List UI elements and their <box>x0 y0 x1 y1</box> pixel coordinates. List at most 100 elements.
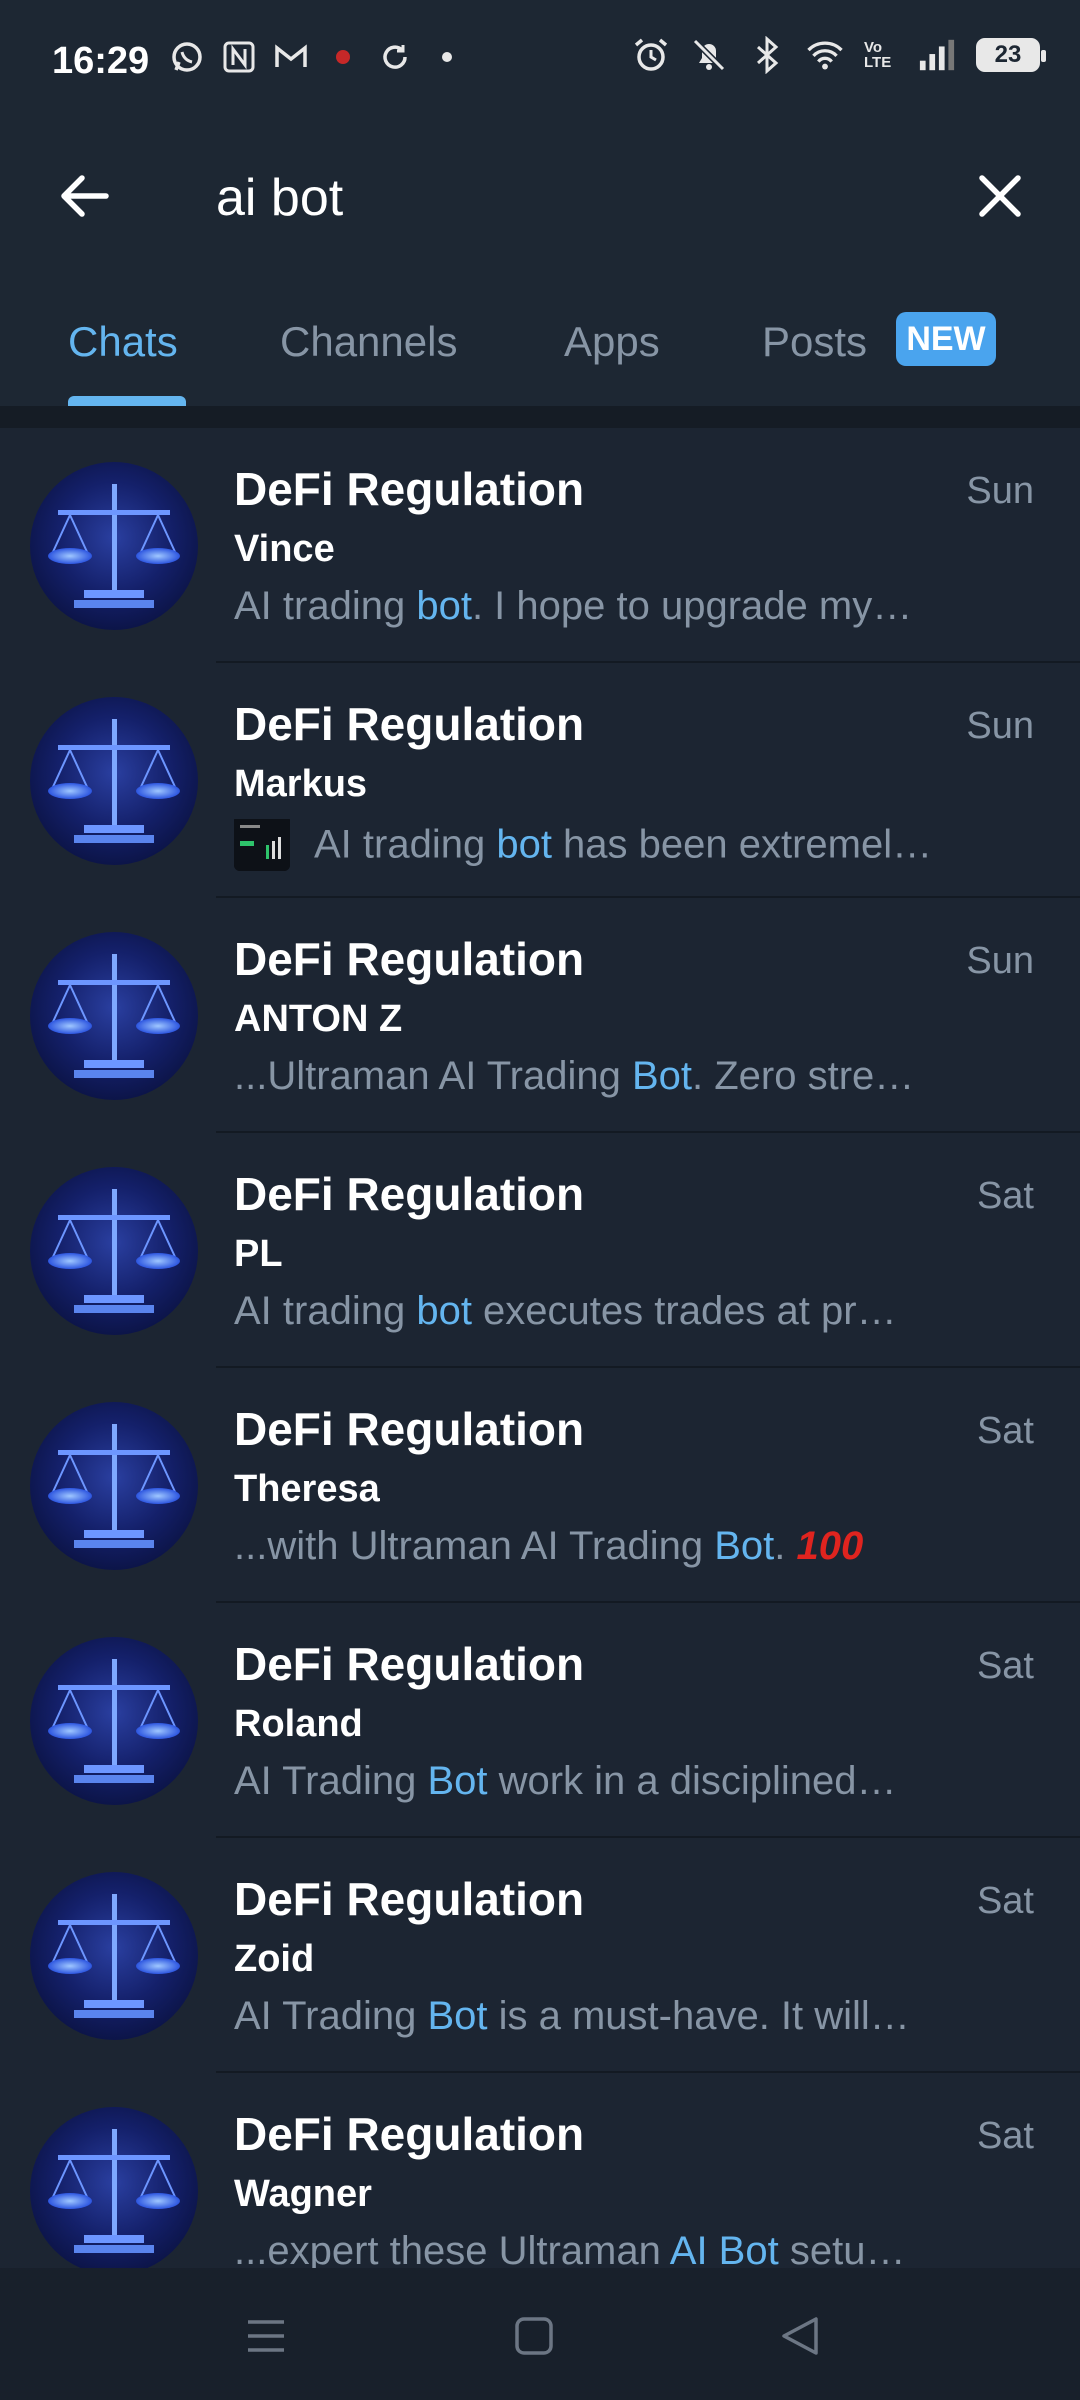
preview-text: AI trading <box>234 584 417 628</box>
signal-icon <box>918 36 956 74</box>
preview-text: AI Trading <box>234 1994 428 2038</box>
sender-name: ANTON Z <box>234 998 403 1040</box>
active-tab-indicator <box>68 396 186 406</box>
search-header <box>0 128 1080 278</box>
search-result-row[interactable]: DeFi Regulation Sun Vince AI trading bot… <box>0 428 1080 663</box>
bluetooth-icon <box>748 36 786 74</box>
chat-title: DeFi Regulation <box>234 1638 585 1690</box>
tab-posts[interactable]: Posts <box>762 318 867 366</box>
search-match-highlight: Bot <box>427 1994 488 2038</box>
preview-text-tail: . I hope to upgrade my… <box>471 584 913 628</box>
chat-title: DeFi Regulation <box>234 1168 585 1220</box>
wifi-icon <box>806 36 844 74</box>
chat-title: DeFi Regulation <box>234 933 585 985</box>
divider <box>0 406 1080 428</box>
status-notification-icons <box>168 38 466 76</box>
tab-chats[interactable]: Chats <box>68 318 178 366</box>
status-time: 16:29 <box>52 40 150 82</box>
menu-icon <box>248 2320 284 2352</box>
preview-text-tail: has been extremel… <box>551 822 933 867</box>
clear-search-button[interactable] <box>964 160 1036 232</box>
preview-text: AI trading <box>314 822 497 867</box>
search-match-highlight: bot <box>416 1289 472 1333</box>
sender-name: Markus <box>234 763 368 805</box>
group-avatar <box>30 1167 198 1335</box>
arrow-left-icon <box>61 175 109 217</box>
message-date: Sun <box>966 470 1034 512</box>
message-preview: ...Ultraman AI Trading Bot. Zero stre… <box>234 1054 994 1099</box>
message-preview: AI trading bot has been extremel… <box>234 819 994 875</box>
search-results-list[interactable]: DeFi Regulation Sun Vince AI trading bot… <box>0 428 1080 2268</box>
chat-title: DeFi Regulation <box>234 2108 585 2160</box>
preview-text: AI Trading <box>234 1759 428 1803</box>
gmail-icon <box>272 38 310 76</box>
notion-icon <box>220 38 258 76</box>
tab-apps[interactable]: Apps <box>564 318 660 366</box>
back-button[interactable] <box>48 160 120 232</box>
chat-title: DeFi Regulation <box>234 463 585 515</box>
search-result-row[interactable]: DeFi Regulation Sat Wagner ...expert the… <box>0 2073 1080 2268</box>
group-avatar <box>30 697 198 865</box>
search-result-row[interactable]: DeFi Regulation Sat PL AI trading bot ex… <box>0 1133 1080 1368</box>
group-avatar <box>30 1872 198 2040</box>
group-avatar <box>30 1402 198 1570</box>
message-date: Sun <box>966 940 1034 982</box>
chat-title: DeFi Regulation <box>234 1873 585 1925</box>
search-result-row[interactable]: DeFi Regulation Sun Markus AI trading bo… <box>0 663 1080 898</box>
sender-name: Theresa <box>234 1468 380 1510</box>
dot-icon <box>428 38 466 76</box>
group-avatar <box>30 2107 198 2268</box>
record-icon <box>324 38 362 76</box>
home-icon <box>515 2317 553 2355</box>
search-result-row[interactable]: DeFi Regulation Sat Zoid AI Trading Bot … <box>0 1838 1080 2073</box>
preview-text-tail: executes trades at pr… <box>471 1289 897 1333</box>
status-system-icons: Vo LTE 23 <box>632 36 1046 74</box>
message-preview: AI trading bot executes trades at pr… <box>234 1289 994 1334</box>
search-result-row[interactable]: DeFi Regulation Sat Theresa ...with Ultr… <box>0 1368 1080 1603</box>
hundred-points-emoji: 100 <box>796 1524 864 1568</box>
sync-icon <box>376 38 414 76</box>
search-result-row[interactable]: DeFi Regulation Sat Roland AI Trading Bo… <box>0 1603 1080 1838</box>
preview-text-tail: is a must-have. It will… <box>487 1994 910 2038</box>
bell-off-icon <box>690 36 728 74</box>
search-tabs: Chats Channels Apps Posts NEW <box>0 278 1080 406</box>
alarm-icon <box>632 36 670 74</box>
new-badge: NEW <box>896 312 996 366</box>
message-date: Sat <box>976 1410 1034 1452</box>
whatsapp-icon <box>168 38 206 76</box>
tab-channels[interactable]: Channels <box>280 318 457 366</box>
search-match-highlight: bot <box>416 584 472 628</box>
preview-text: AI trading <box>234 1289 417 1333</box>
message-date: Sat <box>976 1175 1034 1217</box>
media-thumbnail <box>234 819 290 871</box>
preview-text: ...Ultraman AI Trading <box>234 1054 632 1098</box>
menu-button[interactable] <box>236 2308 296 2364</box>
message-date: Sat <box>976 2115 1034 2157</box>
search-match-highlight: Bot <box>631 1054 692 1098</box>
system-navigation-bar <box>0 2268 1080 2400</box>
message-date: Sat <box>976 1880 1034 1922</box>
search-match-highlight: Bot <box>714 1524 775 1568</box>
close-icon <box>979 175 1021 217</box>
sender-name: Roland <box>234 1703 363 1745</box>
search-input[interactable] <box>216 158 936 238</box>
message-preview: AI Trading Bot work in a disciplined… <box>234 1759 994 1804</box>
preview-text-tail: setu… <box>778 2229 906 2268</box>
volte-icon: Vo LTE <box>864 39 892 71</box>
search-match-highlight: bot <box>496 822 552 867</box>
battery-icon: 23 <box>976 38 1046 72</box>
preview-text-tail: work in a disciplined… <box>487 1759 897 1803</box>
home-button[interactable] <box>504 2308 564 2364</box>
search-result-row[interactable]: DeFi Regulation Sun ANTON Z ...Ultraman … <box>0 898 1080 1133</box>
preview-text-tail: . Zero stre… <box>692 1054 915 1098</box>
status-bar: 16:29 Vo LTE 23 <box>0 0 1080 128</box>
back-nav-button[interactable] <box>770 2308 830 2364</box>
search-match-highlight: Bot <box>427 1759 488 1803</box>
message-preview: ...with Ultraman AI Trading Bot. 100 <box>234 1524 994 1569</box>
chat-title: DeFi Regulation <box>234 1403 585 1455</box>
search-match-highlight: AI Bot <box>669 2229 779 2268</box>
group-avatar <box>30 462 198 630</box>
message-preview: AI Trading Bot is a must-have. It will… <box>234 1994 994 2039</box>
sender-name: Wagner <box>234 2173 372 2215</box>
sender-name: PL <box>234 1233 283 1275</box>
